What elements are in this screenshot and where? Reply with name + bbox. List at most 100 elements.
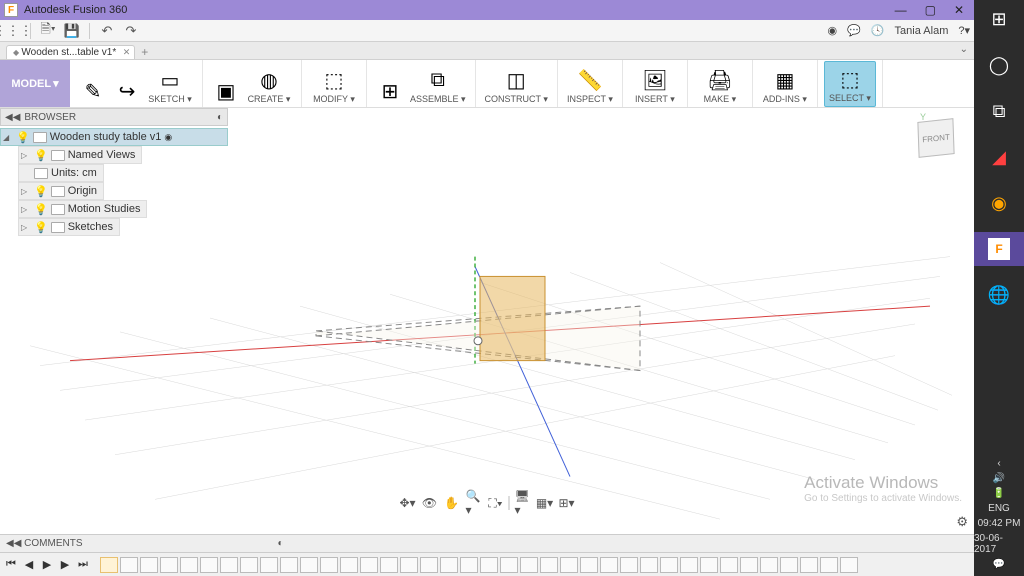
browser-header[interactable]: ◀◀ BROWSER ◐ xyxy=(0,108,228,126)
sphere-icon[interactable]: ◍CREATE ▾ xyxy=(243,61,295,107)
timeline-step[interactable] xyxy=(660,557,678,573)
visibility-icon[interactable]: 💡 xyxy=(16,131,30,144)
timeline-step[interactable] xyxy=(840,557,858,573)
timeline-step[interactable] xyxy=(440,557,458,573)
timeline-step[interactable] xyxy=(200,557,218,573)
joint-icon[interactable]: ⧉ASSEMBLE ▾ xyxy=(407,61,469,107)
undo-icon[interactable]: ↶ xyxy=(98,22,116,40)
save-icon[interactable]: 💾 xyxy=(63,22,81,40)
timeline-step[interactable] xyxy=(420,557,438,573)
user-name[interactable]: Tania Alam xyxy=(895,25,949,37)
timeline-step[interactable] xyxy=(100,557,118,573)
settings-gear-icon[interactable]: ⚙ xyxy=(956,514,968,530)
tray-expand-icon[interactable]: ‹ xyxy=(997,458,1000,469)
timeline-step[interactable] xyxy=(460,557,478,573)
visibility-icon[interactable]: 💡 xyxy=(34,149,48,162)
timeline-step[interactable] xyxy=(220,557,238,573)
insert-icon[interactable]: 🖼INSERT ▾ xyxy=(629,61,681,107)
measure-icon[interactable]: 📏INSPECT ▾ xyxy=(564,61,616,107)
timeline-step[interactable] xyxy=(340,557,358,573)
orbit-icon[interactable]: ✥▾ xyxy=(399,494,417,512)
root-options-icon[interactable]: ◉ xyxy=(164,132,172,143)
clock-time[interactable]: 09:42 PM xyxy=(978,518,1021,529)
timeline-end-icon[interactable]: ⏭ xyxy=(76,558,90,571)
maximize-icon[interactable]: ▢ xyxy=(925,3,936,17)
help-icon[interactable]: ?▾ xyxy=(958,24,970,37)
apps-grid-icon[interactable]: ⋮⋮⋮ xyxy=(4,22,22,40)
pan-icon[interactable]: ✋ xyxy=(443,494,461,512)
visibility-icon[interactable]: 💡 xyxy=(34,203,48,216)
comments-bar[interactable]: ◀◀ COMMENTS ◐ xyxy=(0,534,974,552)
comments-expand-icon[interactable]: ◀◀ xyxy=(6,538,21,549)
tab-close-icon[interactable]: ✕ xyxy=(123,47,131,58)
timeline-step[interactable] xyxy=(800,557,818,573)
minimize-icon[interactable]: — xyxy=(895,3,907,17)
timeline-step[interactable] xyxy=(640,557,658,573)
viewports-icon[interactable]: ⊞▾ xyxy=(558,494,576,512)
display-icon[interactable]: 🖥▾ xyxy=(514,494,532,512)
fit-icon[interactable]: ⛶▾ xyxy=(487,494,505,512)
battery-icon[interactable]: 🔋 xyxy=(993,488,1005,499)
record-icon[interactable]: ◉ xyxy=(828,24,838,37)
app-icon-1[interactable]: ◢ xyxy=(982,140,1016,174)
timeline-step[interactable] xyxy=(320,557,338,573)
timeline-step[interactable] xyxy=(140,557,158,573)
timeline-step[interactable] xyxy=(380,557,398,573)
timeline-start-icon[interactable]: ⏮ xyxy=(4,558,18,571)
document-tab[interactable]: ◆ Wooden st...table v1* ✕ xyxy=(6,45,135,59)
language-indicator[interactable]: ENG xyxy=(988,503,1010,514)
timeline-step[interactable] xyxy=(500,557,518,573)
timeline-play-icon[interactable]: ▶ xyxy=(40,558,54,571)
timeline-step[interactable] xyxy=(580,557,598,573)
browser-pin-icon[interactable]: ◐ xyxy=(217,112,223,123)
timeline-step[interactable] xyxy=(740,557,758,573)
volume-icon[interactable]: 🔊 xyxy=(993,473,1005,484)
tree-item[interactable]: Units: cm xyxy=(18,164,104,182)
timeline-step[interactable] xyxy=(760,557,778,573)
timeline-step[interactable] xyxy=(600,557,618,573)
select-icon[interactable]: ⬚SELECT ▾ xyxy=(824,61,876,107)
close-icon[interactable]: ✕ xyxy=(954,3,964,17)
timeline-step[interactable] xyxy=(400,557,418,573)
make-icon[interactable]: 🖨MAKE ▾ xyxy=(694,61,746,107)
look-icon[interactable]: 👁 xyxy=(421,494,439,512)
comments-pin-icon[interactable]: ◐ xyxy=(278,538,284,549)
grid-display-icon[interactable]: ▦▾ xyxy=(536,494,554,512)
extrude-icon[interactable]: ▣ xyxy=(209,61,243,107)
timeline-step[interactable] xyxy=(520,557,538,573)
timeline-step[interactable] xyxy=(620,557,638,573)
timeline-step[interactable] xyxy=(300,557,318,573)
tree-item[interactable]: ▷💡Motion Studies xyxy=(18,200,147,218)
tree-item[interactable]: ▷💡Origin xyxy=(18,182,104,200)
sketch-icon[interactable]: ✎ xyxy=(76,61,110,107)
fusion-taskbar-icon[interactable]: F xyxy=(974,232,1024,266)
chat-icon[interactable]: 💬 xyxy=(847,24,861,37)
tree-root[interactable]: ◢ 💡 Wooden study table v1 ◉ xyxy=(0,128,228,146)
timeline-step[interactable] xyxy=(820,557,838,573)
windows-start-icon[interactable]: ⊞ xyxy=(982,2,1016,36)
app-icon-2[interactable]: ◉ xyxy=(982,186,1016,220)
expand-icon[interactable]: ▷ xyxy=(21,223,31,232)
zoom-icon[interactable]: 🔍▾ xyxy=(465,494,483,512)
component-icon[interactable]: ⊞ xyxy=(373,61,407,107)
view-cube[interactable]: Y FRONT xyxy=(912,112,962,162)
timeline-step[interactable] xyxy=(480,557,498,573)
clock-date[interactable]: 30-06-2017 xyxy=(974,533,1024,555)
timeline-step[interactable] xyxy=(700,557,718,573)
timeline-step[interactable] xyxy=(560,557,578,573)
rect-icon[interactable]: ▭SKETCH ▾ xyxy=(144,61,196,107)
timeline-step[interactable] xyxy=(120,557,138,573)
addins-icon[interactable]: ▦ADD-INS ▾ xyxy=(759,61,811,107)
task-view-icon[interactable]: ⧉ xyxy=(982,94,1016,128)
timeline-step[interactable] xyxy=(260,557,278,573)
expand-icon[interactable]: ▷ xyxy=(21,187,31,196)
timeline-prev-icon[interactable]: ◀ xyxy=(22,558,36,571)
redo-icon[interactable]: ↷ xyxy=(122,22,140,40)
expand-icon[interactable]: ◢ xyxy=(3,133,13,142)
chrome-icon[interactable]: 🌐 xyxy=(982,278,1016,312)
timeline-step[interactable] xyxy=(720,557,738,573)
tabbar-expand-icon[interactable]: ⌄ xyxy=(960,44,968,55)
timeline-step[interactable] xyxy=(680,557,698,573)
timeline-step[interactable] xyxy=(280,557,298,573)
file-menu-icon[interactable]: 🗎▾ xyxy=(39,22,57,40)
